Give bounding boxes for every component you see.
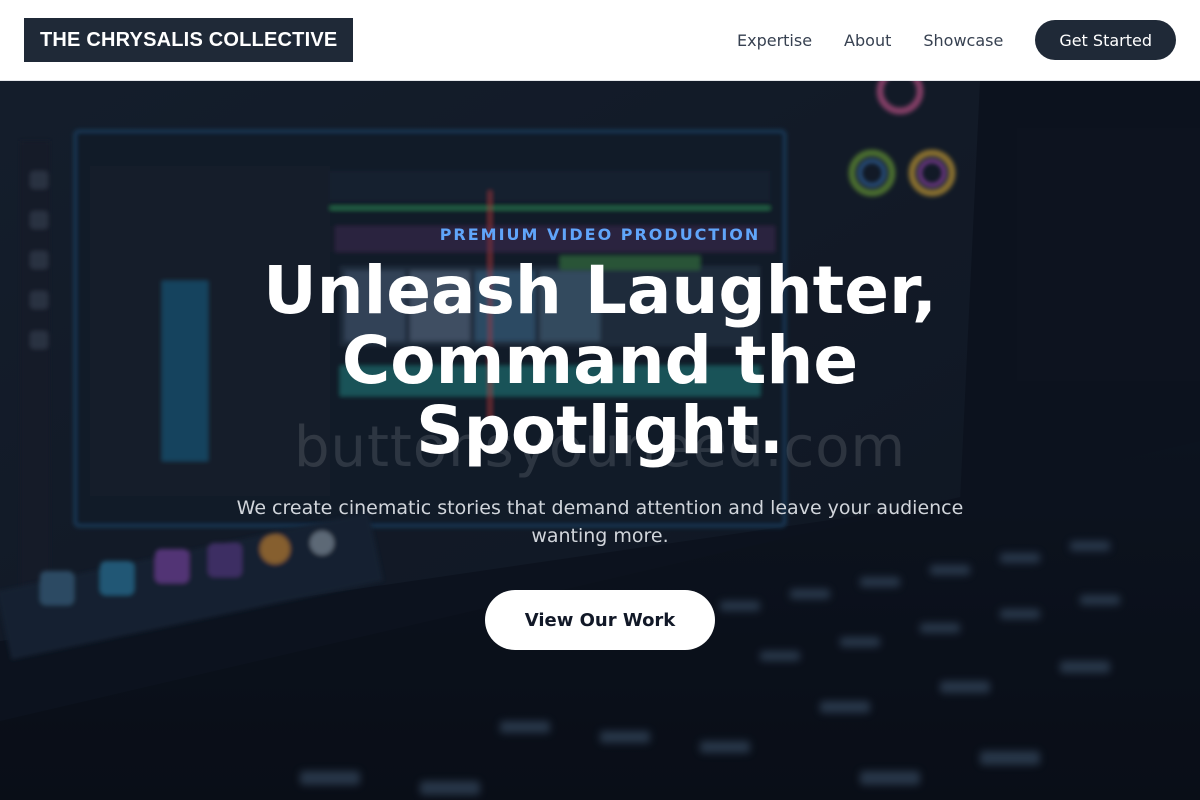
nav-link-about[interactable]: About [844, 31, 891, 50]
view-our-work-button[interactable]: View Our Work [484, 590, 716, 650]
site-header: THE CHRYSALIS COLLECTIVE Expertise About… [0, 0, 1200, 81]
hero-headline: Unleash Laughter, Command the Spotlight. [263, 252, 937, 469]
nav-link-showcase[interactable]: Showcase [923, 31, 1003, 50]
main-nav: Expertise About Showcase Get Started [737, 20, 1176, 60]
hero-eyebrow: PREMIUM VIDEO PRODUCTION [439, 225, 761, 244]
hero-subheadline: We create cinematic stories that demand … [236, 497, 964, 547]
get-started-button[interactable]: Get Started [1035, 20, 1176, 60]
hero-section: buttonsyouneed.com PREMIUM VIDEO PRODUCT… [0, 81, 1200, 800]
nav-link-expertise[interactable]: Expertise [737, 31, 812, 50]
site-logo[interactable]: THE CHRYSALIS COLLECTIVE [24, 18, 354, 62]
hero-content: PREMIUM VIDEO PRODUCTION Unleash Laughte… [0, 81, 1200, 800]
